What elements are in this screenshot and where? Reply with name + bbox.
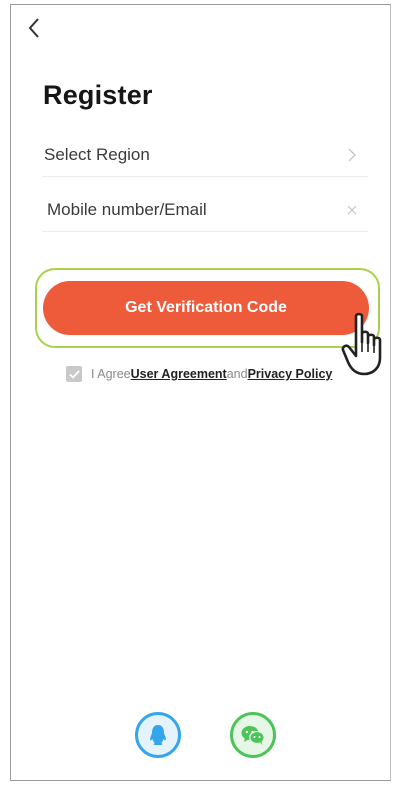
check-icon bbox=[68, 369, 80, 379]
mobile-email-field[interactable]: Mobile number/Email bbox=[42, 188, 368, 232]
qq-penguin-icon bbox=[150, 725, 166, 745]
chevron-left-icon bbox=[28, 18, 39, 38]
user-agreement-link[interactable]: User Agreement bbox=[131, 367, 227, 381]
clear-input-button[interactable] bbox=[342, 200, 362, 220]
agree-prefix-text: I Agree bbox=[91, 367, 131, 381]
agreement-row: I Agree User Agreement and Privacy Polic… bbox=[66, 366, 332, 382]
select-region-label: Select Region bbox=[44, 144, 150, 164]
page-title: Register bbox=[43, 80, 153, 110]
select-region-row[interactable]: Select Region bbox=[42, 133, 368, 177]
agree-checkbox[interactable] bbox=[66, 366, 82, 382]
get-verification-code-button[interactable]: Get Verification Code bbox=[43, 281, 369, 335]
close-icon bbox=[347, 205, 357, 214]
hand-pointer-icon bbox=[341, 312, 382, 376]
phone-screen bbox=[10, 4, 391, 781]
qq-login-button[interactable] bbox=[135, 712, 181, 758]
agree-and-text: and bbox=[226, 367, 248, 381]
privacy-policy-link[interactable]: Privacy Policy bbox=[248, 367, 333, 381]
mobile-email-placeholder: Mobile number/Email bbox=[47, 199, 207, 219]
wechat-icon bbox=[241, 726, 265, 745]
back-button[interactable] bbox=[22, 14, 46, 42]
chevron-right-icon bbox=[342, 145, 362, 165]
wechat-login-button[interactable] bbox=[230, 712, 276, 758]
